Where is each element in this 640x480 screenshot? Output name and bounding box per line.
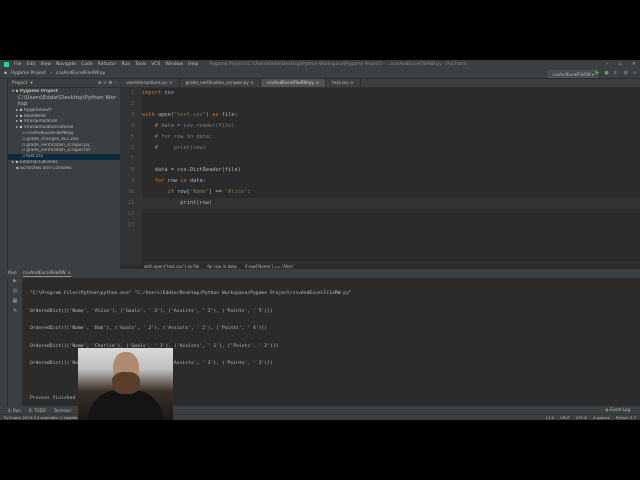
run-label: Run bbox=[8, 271, 17, 276]
run-tab[interactable]: csvAndExcelFileRW × bbox=[22, 270, 71, 277]
console-line: "C:\Program Files\Python\python.exe" "C:… bbox=[30, 291, 352, 296]
interpreter[interactable]: Python 3.7 bbox=[616, 415, 636, 420]
project-panel: Project ▾ ⊕ ÷ ⚙ – ▾ ▪ Pygame Project C:\Us… bbox=[8, 79, 120, 269]
title-bar: File Edit View Navigate Code Refactor Ru… bbox=[0, 60, 640, 69]
menu-code[interactable]: Code bbox=[81, 62, 93, 67]
stop-icon[interactable]: ■ bbox=[623, 70, 628, 76]
tab-userinteractions[interactable]: userInteractions.py × bbox=[120, 79, 180, 87]
tree-item[interactable]: ▪ Scratches and Consoles bbox=[8, 166, 120, 172]
tool-todo[interactable]: 6: TODO bbox=[29, 408, 46, 413]
tab-csvandexcel[interactable]: csvAndExcelFileRW.py × bbox=[260, 79, 327, 87]
run-config-select[interactable]: csvAndExcelFileRW ▾ bbox=[548, 70, 598, 78]
close-icon[interactable]: ✕ bbox=[632, 61, 636, 67]
menu-refactor[interactable]: Refactor bbox=[98, 62, 117, 67]
caret-position[interactable]: 11:5 bbox=[546, 415, 555, 420]
project-header[interactable]: Project bbox=[12, 81, 27, 86]
nav-project[interactable]: Pygame Project bbox=[11, 71, 46, 76]
tree-item-label: grade_verification_scraper.py bbox=[26, 142, 90, 148]
menu-run[interactable]: Run bbox=[122, 62, 131, 67]
tab-grade-scraper[interactable]: grade_verification_scraper.py × bbox=[180, 79, 261, 87]
window-title: Pygame Project [C:\Users\Eddie\Desktop\P… bbox=[209, 62, 467, 67]
root-label: Pygame Project bbox=[19, 89, 58, 94]
menu-vcs[interactable]: VCS bbox=[151, 62, 160, 67]
indent[interactable]: 4 spaces bbox=[593, 415, 610, 420]
tree-item-label: VirusSimulation bbox=[23, 119, 58, 125]
maximize-icon[interactable]: ▫ bbox=[618, 61, 621, 67]
window-controls: – ▫ ✕ bbox=[606, 61, 636, 67]
event-log-icon: ● bbox=[605, 407, 609, 412]
tree-item-label: VirusSimulationTutorial bbox=[23, 125, 74, 131]
run-panel-header: Run csvAndExcelFileRW × bbox=[0, 269, 640, 278]
tab-label: csvAndExcelFileRW.py bbox=[266, 80, 315, 86]
tree-item-label: External Libraries bbox=[19, 159, 58, 165]
event-log-button[interactable]: ● Event Log bbox=[605, 407, 630, 412]
menu-help[interactable]: Help bbox=[188, 62, 198, 67]
line-separator[interactable]: CRLF bbox=[560, 415, 570, 420]
line-numbers: 1 2 3 4 5 6 7 8 9 10 11 12 13 bbox=[120, 88, 142, 265]
console-line: OrderedDict([('Name', 'Bob'), ('Goals', … bbox=[30, 326, 268, 331]
nav-separator: › bbox=[50, 71, 52, 76]
menu-file[interactable]: File bbox=[14, 62, 22, 67]
file-encoding[interactable]: UTF-8 bbox=[576, 415, 587, 420]
stop-icon[interactable]: ■ bbox=[8, 288, 22, 298]
tree-item-label: ReadWrite bbox=[23, 113, 46, 119]
console-line: OrderedDict([('Name', 'Alice'), ('Goals'… bbox=[30, 308, 273, 314]
webcam-shirt bbox=[88, 390, 163, 420]
tool-terminal[interactable]: Terminal bbox=[54, 408, 71, 413]
menu-tools[interactable]: Tools bbox=[135, 62, 146, 67]
tree-item-label: test.csv bbox=[26, 154, 44, 160]
menu-window[interactable]: Window bbox=[165, 62, 183, 67]
nav-file[interactable]: csvAndExcelFileRW.py bbox=[56, 71, 106, 76]
editor-tabs: userInteractions.py × grade_verification… bbox=[120, 79, 640, 88]
run-tab-label: csvAndExcelFileRW bbox=[22, 270, 66, 276]
webcam-overlay bbox=[78, 348, 173, 420]
layout-icon[interactable]: ▦ bbox=[8, 298, 22, 308]
pin-icon[interactable]: ✎ bbox=[8, 308, 22, 318]
left-tool-strip bbox=[0, 79, 8, 409]
chevron-down-icon[interactable]: ▾ bbox=[30, 81, 32, 86]
menu-view[interactable]: View bbox=[40, 62, 51, 67]
navigation-bar: ▪ Pygame Project › csvAndExcelFileRW.py bbox=[0, 69, 640, 79]
tab-label: userInteractions.py bbox=[126, 80, 168, 86]
panel-settings-icon[interactable]: ⊕ ÷ ⚙ – bbox=[98, 81, 116, 86]
tab-label: grade_verification_scraper.py bbox=[185, 80, 249, 86]
rerun-icon[interactable]: ▶ bbox=[8, 278, 22, 288]
status-right: 11:5 CRLF UTF-8 4 spaces Python 3.7 bbox=[546, 414, 636, 420]
tool-run[interactable]: 4: Run bbox=[8, 408, 21, 413]
tab-label: test.csv bbox=[332, 80, 349, 86]
root-path: C:\Users\Eddie\Desktop\Python Worksp bbox=[18, 94, 117, 108]
tree-item-label: Scratches and Consoles bbox=[20, 165, 72, 171]
tab-test-csv[interactable]: test.csv × bbox=[326, 79, 361, 87]
debug-icon[interactable]: ● bbox=[604, 70, 608, 76]
code-editor[interactable]: import csv with open("test.csv") as file… bbox=[142, 88, 640, 265]
menu-edit[interactable]: Edit bbox=[27, 62, 36, 67]
run-icon[interactable]: ▶ bbox=[595, 70, 599, 76]
app-icon bbox=[4, 62, 9, 67]
folder-icon: ▪ bbox=[4, 71, 8, 76]
run-config-label: csvAndExcelFileRW bbox=[552, 71, 591, 77]
tree-item-label: PygameStuff bbox=[23, 107, 52, 113]
run-toolbar: ▶ ● ◧ ■ ⌕ bbox=[595, 70, 636, 76]
status-message[interactable]: PyCharm 2019.3.4 available: // Update... bbox=[4, 415, 81, 420]
webcam-beard bbox=[112, 372, 140, 394]
event-log-label: Event Log bbox=[610, 407, 630, 412]
minimize-icon[interactable]: – bbox=[606, 61, 609, 67]
tree-item-label: grade_changes_ALL.xlsx bbox=[26, 136, 79, 142]
run-tools: ▶ ■ ▦ ✎ bbox=[8, 278, 22, 406]
coverage-icon[interactable]: ◧ bbox=[614, 70, 619, 76]
tree-item-label: grade_verification_scraper.txt bbox=[26, 148, 91, 154]
tree-item-label: csvAndExcelFileRW.py bbox=[26, 130, 74, 136]
menu-navigate[interactable]: Navigate bbox=[56, 62, 76, 67]
search-icon[interactable]: ⌕ bbox=[633, 70, 636, 76]
